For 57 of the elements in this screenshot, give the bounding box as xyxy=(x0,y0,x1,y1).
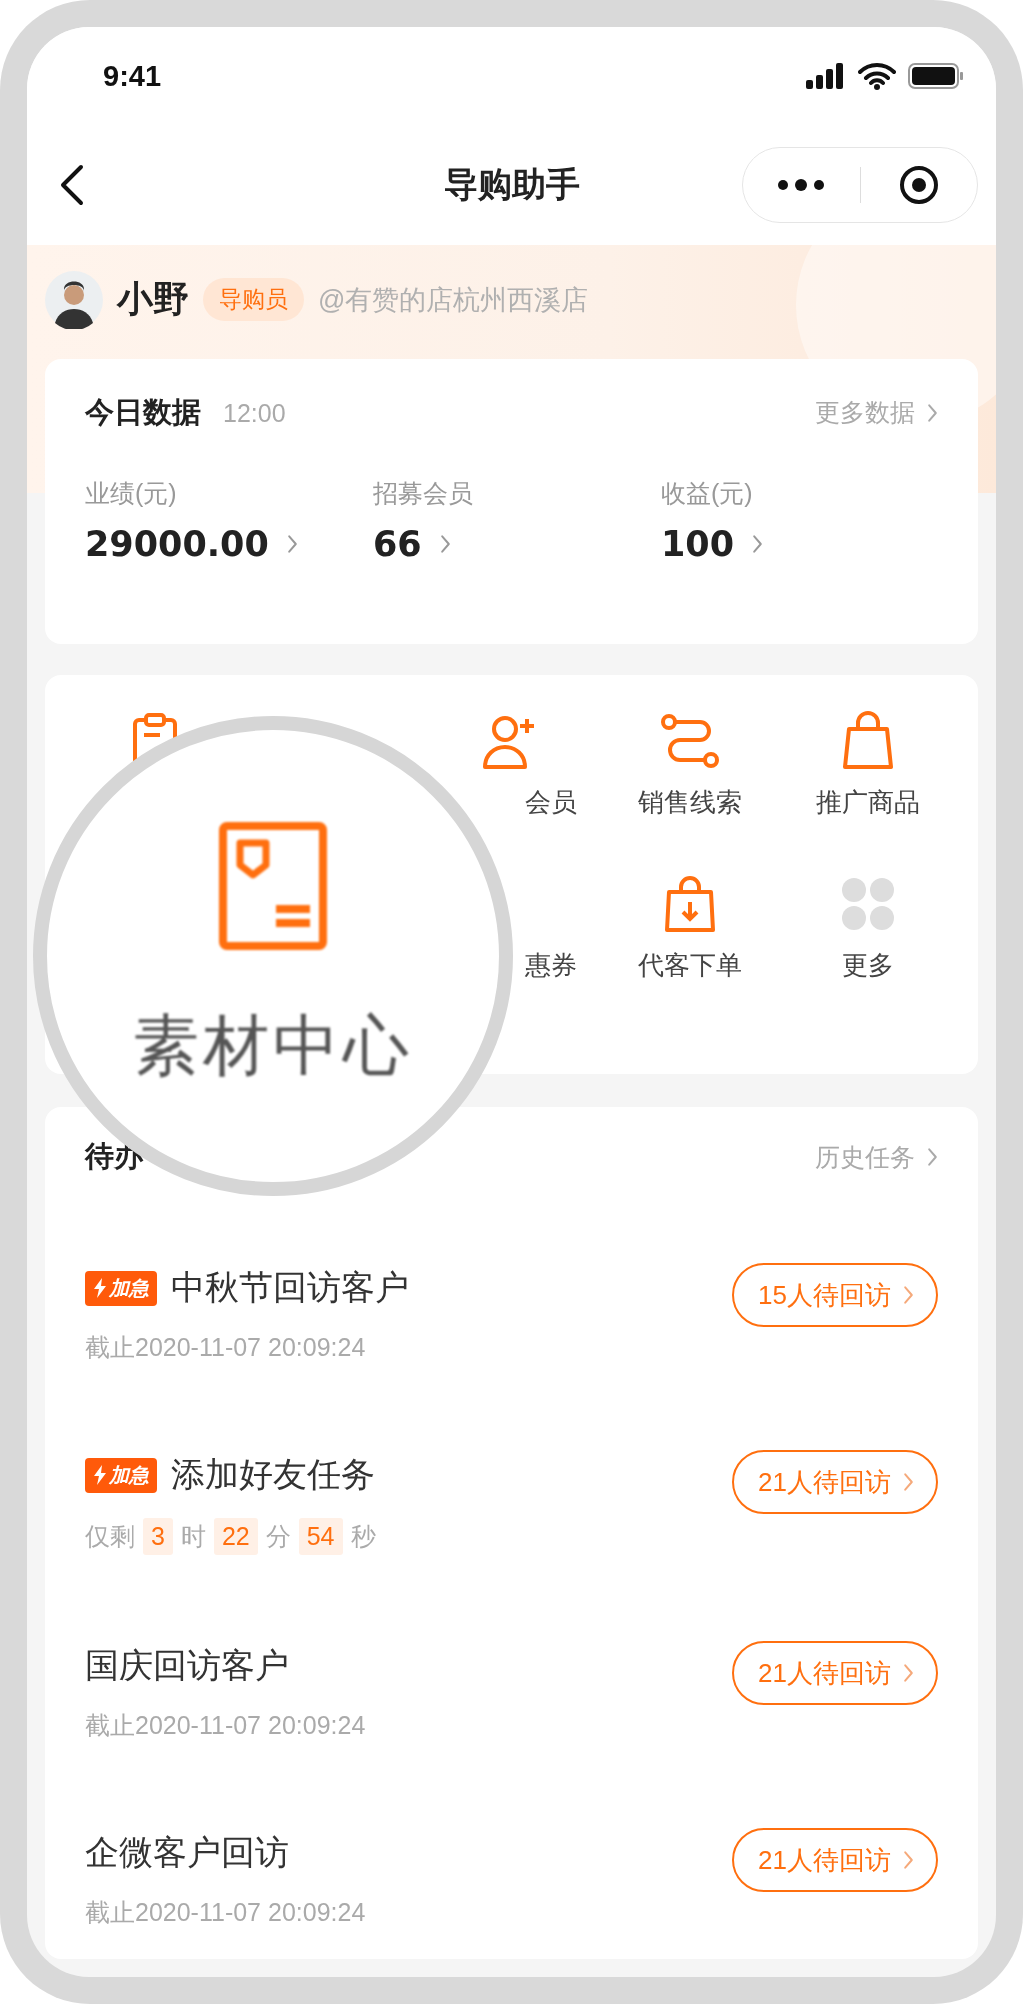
bag-download-icon xyxy=(663,874,716,935)
task-title: 添加好友任务 xyxy=(171,1454,375,1495)
chevron-icon xyxy=(439,533,451,554)
countdown-number: 22 xyxy=(213,1518,258,1555)
urgent-tag: 加急 xyxy=(85,1457,157,1493)
shortcut-label[interactable]: 销售线索 xyxy=(637,784,742,820)
shortcut-label[interactable]: 惠券 xyxy=(525,948,578,984)
countdown-number: 3 xyxy=(143,1518,173,1555)
status-time: 9:41 xyxy=(103,59,162,93)
user-name: 小野 xyxy=(117,277,189,322)
task-title: 企微客户回访 xyxy=(85,1832,289,1873)
shortcut-label[interactable]: 更多 xyxy=(841,948,894,984)
task-deadline: 截止2020-11-07 20:09:24 xyxy=(85,1332,367,1363)
countdown-number: 54 xyxy=(298,1518,343,1555)
signal-icon xyxy=(806,63,846,89)
shopping-bag-icon xyxy=(840,710,895,771)
chevron-icon xyxy=(903,1850,914,1870)
stat-label: 招募会员 xyxy=(373,477,474,509)
stat-value[interactable]: 100 xyxy=(661,523,764,564)
store-name: @有赞的店杭州西溪店 xyxy=(318,283,589,317)
close-icon[interactable] xyxy=(897,164,940,206)
stat-label: 业绩(元) xyxy=(85,477,178,509)
chevron-icon xyxy=(903,1663,914,1683)
lightning-icon xyxy=(93,1465,107,1485)
task-deadline: 截止2020-11-07 20:09:24 xyxy=(85,1710,366,1741)
lightning-icon xyxy=(93,1278,107,1298)
task-deadline: 截止2020-11-07 20:09:24 xyxy=(85,1897,366,1928)
magnified-label: 素材中心 xyxy=(133,1007,413,1084)
chevron-icon xyxy=(903,1285,914,1305)
chevron-icon xyxy=(286,533,298,554)
task-title: 中秋节回访客户 xyxy=(171,1267,409,1308)
document-icon xyxy=(218,821,328,951)
battery-icon xyxy=(908,62,964,90)
grid-icon xyxy=(839,876,896,933)
countdown-unit: 时 xyxy=(180,1521,206,1552)
stat-label: 收益(元) xyxy=(661,477,754,509)
countdown-unit: 仅剩 xyxy=(85,1521,135,1552)
countdown-unit: 分 xyxy=(265,1521,291,1552)
countdown-unit: 秒 xyxy=(350,1521,376,1552)
wifi-icon xyxy=(858,62,896,90)
stat-value[interactable]: 29000.00 xyxy=(85,523,298,564)
shortcut-label[interactable]: 会员 xyxy=(525,784,578,820)
urgent-tag: 加急 xyxy=(85,1270,157,1306)
avatar xyxy=(45,270,103,329)
chevron-icon xyxy=(927,1147,938,1167)
stat-value[interactable]: 66 xyxy=(373,523,451,564)
task-title: 国庆回访客户 xyxy=(85,1645,289,1686)
more-icon[interactable] xyxy=(776,178,827,192)
role-tag: 导购员 xyxy=(203,278,304,322)
update-time: 12:00 xyxy=(223,398,286,428)
page-title: 导购助手 xyxy=(443,164,580,205)
chevron-icon xyxy=(752,533,764,554)
chevron-icon xyxy=(927,402,938,423)
shortcut-label[interactable]: 代客下单 xyxy=(637,948,742,984)
shortcut-label[interactable]: 推广商品 xyxy=(815,784,920,820)
chevron-icon xyxy=(903,1472,914,1492)
card-title: 今日数据 xyxy=(85,394,201,430)
